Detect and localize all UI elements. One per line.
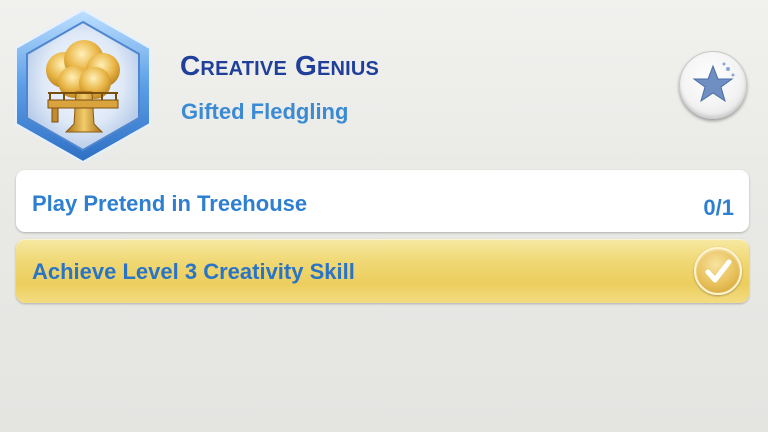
milestone-label: Play Pretend in Treehouse [32, 191, 308, 216]
aspiration-badge-icon [6, 6, 160, 166]
milestone-row-creativity-skill: Achieve Level 3 Creativity Skill [16, 239, 749, 303]
star-icon [692, 62, 735, 103]
milestone-label: Achieve Level 3 Creativity Skill [32, 259, 355, 284]
milestone-row-play-pretend: Play Pretend in Treehouse 0/1 [16, 170, 749, 232]
aspiration-subtitle: Gifted Fledgling [181, 99, 349, 124]
aspiration-title: Creative Genius [180, 50, 380, 81]
milestone-progress: 0/1 [703, 195, 734, 220]
star-button[interactable] [679, 51, 747, 119]
checkmark-icon [694, 247, 742, 295]
